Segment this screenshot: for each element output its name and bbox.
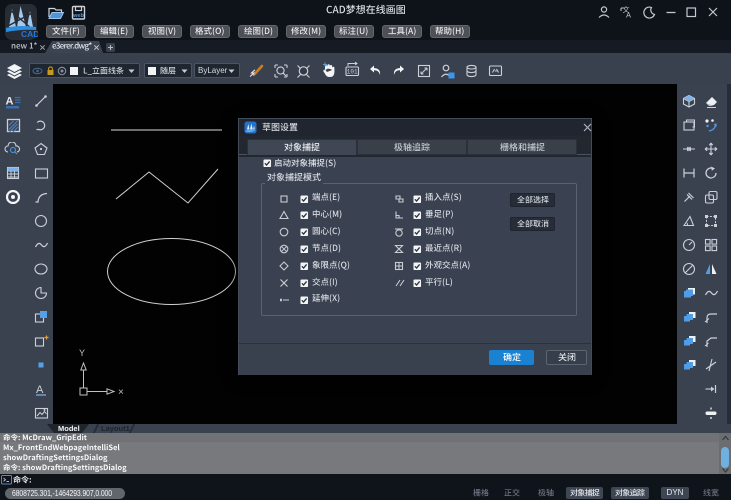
svg-text:A: A <box>6 96 14 108</box>
svg-text:×: × <box>118 387 124 398</box>
svg-text:A: A <box>36 384 44 396</box>
svg-text:Y: Y <box>79 348 85 358</box>
svg-text:101: 101 <box>347 69 358 76</box>
svg-text:CAD: CAD <box>21 29 38 39</box>
svg-text:A: A <box>626 11 631 20</box>
svg-text:web: web <box>72 13 84 19</box>
